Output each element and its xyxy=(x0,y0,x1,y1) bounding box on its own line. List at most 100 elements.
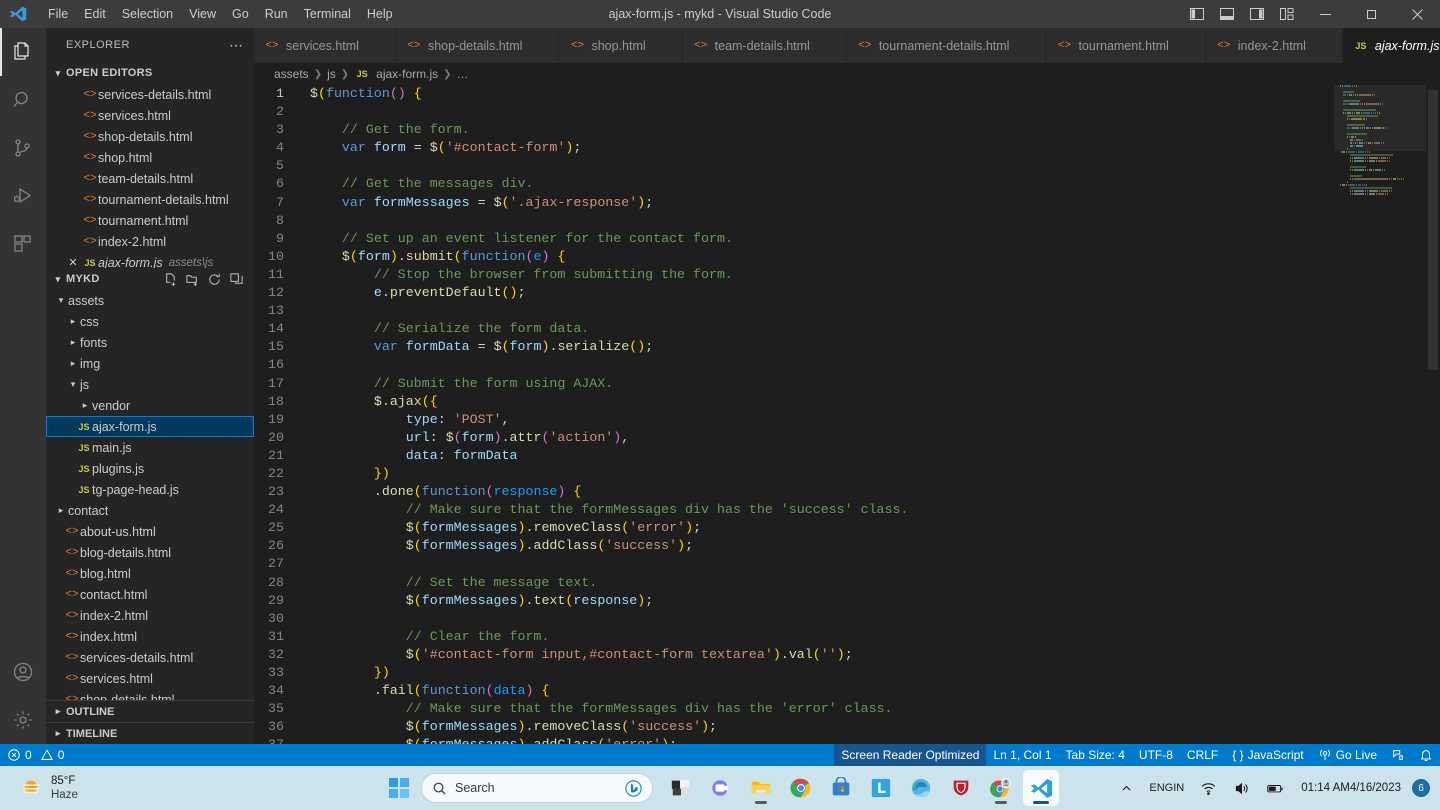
toggle-secondary-sidebar-icon[interactable] xyxy=(1242,0,1272,28)
breadcrumb-js[interactable]: js xyxy=(327,67,336,81)
code-line[interactable]: 32 $('#contact-form input,#contact-form … xyxy=(254,646,1440,664)
code-line[interactable]: 26 $(formMessages).addClass('success'); xyxy=(254,537,1440,555)
open-editor-item[interactable]: <> shop.html xyxy=(46,147,254,168)
close-button[interactable] xyxy=(1394,0,1440,28)
tray-volume-icon[interactable] xyxy=(1228,776,1255,801)
tray-expand-chevron-icon[interactable] xyxy=(1115,778,1138,799)
new-file-icon[interactable] xyxy=(160,269,180,289)
taskbar-chrome-icon[interactable] xyxy=(783,770,819,806)
tree-file-html[interactable]: <> services.html xyxy=(46,668,254,689)
code-line[interactable]: 15 var formData = $(form).serialize(); xyxy=(254,338,1440,356)
tree-folder-vendor[interactable]: ▸ vendor xyxy=(46,395,254,416)
code-scroll-area[interactable]: 1 $(function() {2 3 // Get the form. 4 var… xyxy=(254,85,1440,744)
code-line[interactable]: 31 // Clear the form. xyxy=(254,628,1440,646)
tab-tournament-html[interactable]: <>tournament.html✕ xyxy=(1046,28,1206,63)
code-line[interactable]: 24 // Make sure that the formMessages di… xyxy=(254,501,1440,519)
code-content[interactable]: 1 $(function() {2 3 // Get the form. 4 var… xyxy=(254,85,1440,744)
activity-run-debug-icon[interactable] xyxy=(0,172,46,220)
activity-accounts-icon[interactable] xyxy=(0,648,46,696)
status-encoding[interactable]: UTF-8 xyxy=(1132,744,1180,766)
taskbar-file-explorer-icon[interactable] xyxy=(743,770,779,806)
menu-go[interactable]: Go xyxy=(224,3,257,25)
taskbar-microsoft-store-icon[interactable] xyxy=(823,770,859,806)
tab-shop-html[interactable]: <>shop.html✕ xyxy=(559,28,683,63)
taskbar-vscode-icon[interactable] xyxy=(1023,770,1059,806)
code-line[interactable]: 4 var form = $('#contact-form'); xyxy=(254,139,1440,157)
status-remote-icon[interactable] xyxy=(1384,744,1412,766)
code-line[interactable]: 22 }) xyxy=(254,465,1440,483)
editor-scrollbar[interactable] xyxy=(1426,85,1440,744)
tree-file-html[interactable]: <> about-us.html xyxy=(46,521,254,542)
tree-file-html[interactable]: <> index.html xyxy=(46,626,254,647)
code-line[interactable]: 20 url: $(form).attr('action'), xyxy=(254,429,1440,447)
code-line[interactable]: 5 xyxy=(254,157,1440,175)
taskbar-widgets-icon[interactable] xyxy=(663,770,699,806)
minimize-button[interactable] xyxy=(1302,0,1348,28)
open-editor-item[interactable]: <> index-2.html xyxy=(46,231,254,252)
refresh-icon[interactable] xyxy=(204,269,224,289)
open-editor-item[interactable]: <> tournament-details.html xyxy=(46,189,254,210)
activity-source-control-icon[interactable] xyxy=(0,124,46,172)
code-line[interactable]: 29 $(formMessages).text(response); xyxy=(254,592,1440,610)
code-line[interactable]: 37 $(formMessages).addClass('error'); xyxy=(254,736,1440,744)
collapse-all-icon[interactable] xyxy=(226,269,246,289)
tree-file-ajax-form-js[interactable]: JS ajax-form.js xyxy=(46,416,254,438)
tray-battery-icon[interactable] xyxy=(1261,775,1290,802)
tab-services-html[interactable]: <>services.html✕ xyxy=(254,28,396,63)
menu-help[interactable]: Help xyxy=(359,3,401,25)
breadcrumb-symbol[interactable]: … xyxy=(457,67,469,81)
tree-folder-img[interactable]: ▸ img xyxy=(46,353,254,374)
status-problems[interactable]: 0 0 xyxy=(0,744,71,766)
code-line[interactable]: 21 data: formData xyxy=(254,447,1440,465)
code-line[interactable]: 10 $(form).submit(function(e) { xyxy=(254,248,1440,266)
tray-notification-badge[interactable]: 6 xyxy=(1412,779,1430,797)
tray-clock[interactable]: 01:14 AM 4/16/2023 xyxy=(1296,777,1406,799)
code-line[interactable]: 3 // Get the form. xyxy=(254,121,1440,139)
tree-folder-js[interactable]: ▾ js xyxy=(46,374,254,395)
activity-manage-gear-icon[interactable] xyxy=(0,696,46,744)
activity-explorer-icon[interactable] xyxy=(0,28,46,76)
code-line[interactable]: 18 $.ajax({ xyxy=(254,393,1440,411)
taskbar-edge-icon[interactable] xyxy=(903,770,939,806)
taskbar-mcafee-icon[interactable] xyxy=(943,770,979,806)
section-workspace-header[interactable]: ▾ MYKD xyxy=(46,268,254,290)
code-line[interactable]: 8 xyxy=(254,212,1440,230)
menu-selection[interactable]: Selection xyxy=(114,3,181,25)
toggle-primary-sidebar-icon[interactable] xyxy=(1182,0,1212,28)
tree-folder-fonts[interactable]: ▸ fonts xyxy=(46,332,254,353)
tree-file-plugins-js[interactable]: JS plugins.js xyxy=(46,458,254,479)
taskbar-teams-icon[interactable] xyxy=(703,770,739,806)
status-screen-reader[interactable]: Screen Reader Optimized xyxy=(834,744,987,766)
section-open-editors-header[interactable]: ▾ OPEN EDITORS xyxy=(46,62,254,84)
new-folder-icon[interactable] xyxy=(182,269,202,289)
menu-view[interactable]: View xyxy=(181,3,224,25)
tab-tournament-details-html[interactable]: <>tournament-details.html✕ xyxy=(846,28,1047,63)
code-line[interactable]: 1 $(function() { xyxy=(254,85,1440,103)
breadcrumb-file[interactable]: ajax-form.js xyxy=(376,67,438,81)
tree-file-html[interactable]: <> services-details.html xyxy=(46,647,254,668)
sidebar-more-actions-icon[interactable]: ⋯ xyxy=(229,37,244,54)
open-editor-item-active[interactable]: ✕ JS ajax-form.js assets\js xyxy=(46,252,254,269)
tree-folder-assets[interactable]: ▾ assets xyxy=(46,290,254,311)
tab-shop-details-html[interactable]: <>shop-details.html✕ xyxy=(395,28,560,63)
menu-file[interactable]: File xyxy=(40,3,76,25)
taskbar-search-box[interactable]: Search xyxy=(421,773,653,803)
section-outline-header[interactable]: ▸ OUTLINE xyxy=(46,700,254,722)
status-tab-size[interactable]: Tab Size: 4 xyxy=(1059,744,1132,766)
tree-file-html[interactable]: <> contact.html xyxy=(46,584,254,605)
code-line[interactable]: 12 e.preventDefault(); xyxy=(254,284,1440,302)
code-editor[interactable]: 1 $(function() {2 3 // Get the form. 4 var… xyxy=(254,85,1440,744)
code-line[interactable]: 9 // Set up an event listener for the co… xyxy=(254,230,1440,248)
code-line[interactable]: 7 var formMessages = $('.ajax-response')… xyxy=(254,194,1440,212)
open-editor-item[interactable]: <> services.html xyxy=(46,105,254,126)
start-button[interactable] xyxy=(381,770,417,806)
open-editor-item[interactable]: <> team-details.html xyxy=(46,168,254,189)
editor-scrollbar-thumb[interactable] xyxy=(1428,90,1438,370)
code-line[interactable]: 23 .done(function(response) { xyxy=(254,483,1440,501)
code-line[interactable]: 14 // Serialize the form data. xyxy=(254,320,1440,338)
tree-file-tg-page-head-js[interactable]: JS tg-page-head.js xyxy=(46,479,254,500)
menu-edit[interactable]: Edit xyxy=(76,3,114,25)
menu-terminal[interactable]: Terminal xyxy=(296,3,359,25)
bing-chat-icon[interactable] xyxy=(625,779,642,797)
open-editor-item[interactable]: <> shop-details.html xyxy=(46,126,254,147)
